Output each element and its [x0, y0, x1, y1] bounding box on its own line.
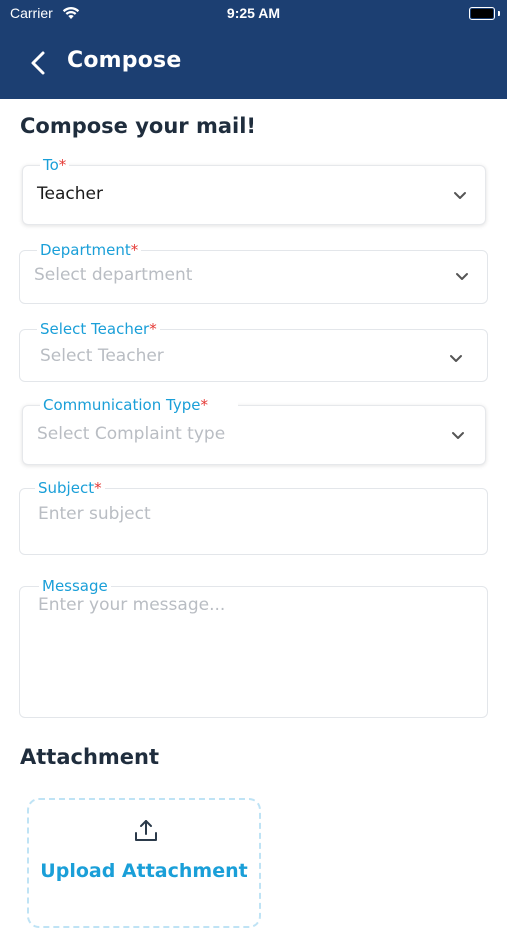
- chevron-down-icon: [452, 432, 464, 439]
- status-bar: Carrier 9:25 AM: [0, 0, 507, 28]
- department-select[interactable]: Department* Select department: [19, 240, 488, 304]
- subject-label: Subject*: [35, 478, 105, 498]
- upload-attachment-label: Upload Attachment: [40, 860, 248, 882]
- communication-type-select[interactable]: Communication Type* Select Complaint typ…: [22, 395, 486, 465]
- subject-placeholder: Enter subject: [38, 504, 151, 524]
- teacher-select[interactable]: Select Teacher* Select Teacher: [19, 319, 488, 382]
- back-button[interactable]: [26, 48, 52, 78]
- department-label: Department*: [37, 240, 142, 260]
- teacher-label: Select Teacher*: [37, 319, 160, 339]
- teacher-placeholder: Select Teacher: [40, 346, 164, 366]
- battery-icon: [469, 7, 495, 20]
- upload-attachment-button[interactable]: Upload Attachment: [27, 798, 261, 928]
- status-time: 9:25 AM: [226, 5, 281, 21]
- nav-title: Compose: [67, 48, 182, 73]
- attachment-title: Attachment: [20, 745, 160, 769]
- page-heading: Compose your mail!: [20, 114, 256, 138]
- chevron-down-icon: [450, 355, 462, 362]
- message-input[interactable]: [36, 593, 475, 707]
- to-value: Teacher: [37, 184, 103, 204]
- communication-type-placeholder: Select Complaint type: [37, 424, 226, 444]
- nav-bar: Compose: [0, 28, 507, 99]
- message-field[interactable]: Message: [19, 576, 488, 718]
- chevron-left-icon: [31, 51, 45, 75]
- chevron-down-icon: [456, 273, 468, 280]
- subject-field[interactable]: Subject* Enter subject: [19, 478, 488, 555]
- battery-tip: [498, 11, 500, 16]
- to-select[interactable]: To* Teacher: [22, 155, 486, 225]
- upload-icon: [135, 820, 157, 841]
- communication-type-label: Communication Type*: [40, 395, 238, 415]
- to-label: To*: [40, 155, 70, 175]
- chevron-down-icon: [454, 192, 466, 199]
- department-placeholder: Select department: [34, 265, 193, 285]
